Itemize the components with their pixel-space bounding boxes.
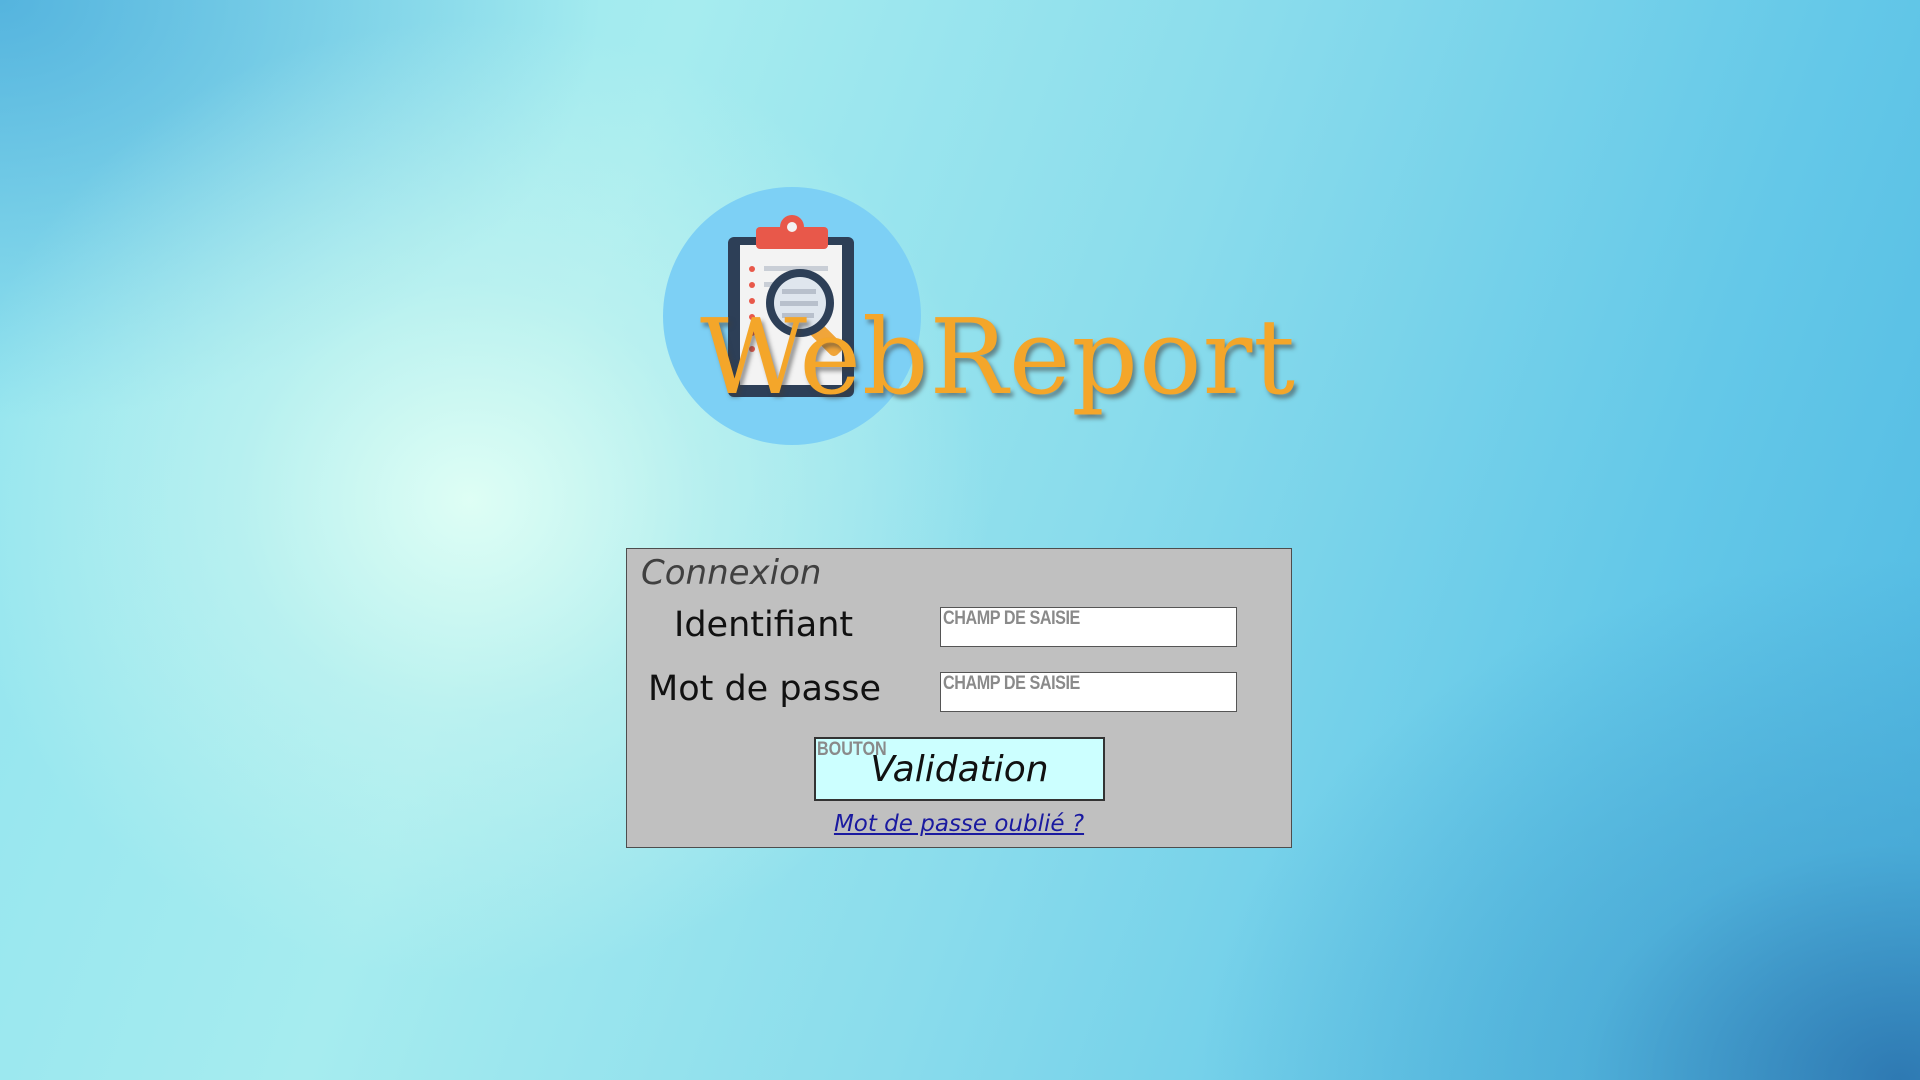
- app-logo: WebReport: [660, 185, 1295, 455]
- logo-title: WebReport: [700, 296, 1297, 418]
- password-input[interactable]: CHAMP DE SAISIE: [940, 672, 1237, 712]
- username-input[interactable]: CHAMP DE SAISIE: [940, 607, 1237, 647]
- password-placeholder: CHAMP DE SAISIE: [943, 673, 1080, 694]
- forgot-password-link[interactable]: Mot de passe oublié ?: [627, 811, 1291, 837]
- login-panel: Connexion Identifiant CHAMP DE SAISIE Mo…: [626, 548, 1292, 848]
- validation-button[interactable]: BOUTON Validation: [814, 737, 1105, 801]
- password-label: Mot de passe: [648, 669, 882, 709]
- login-title: Connexion: [641, 553, 822, 593]
- username-placeholder: CHAMP DE SAISIE: [943, 608, 1080, 629]
- validation-button-label: Validation: [870, 749, 1049, 790]
- username-label: Identifiant: [674, 605, 854, 645]
